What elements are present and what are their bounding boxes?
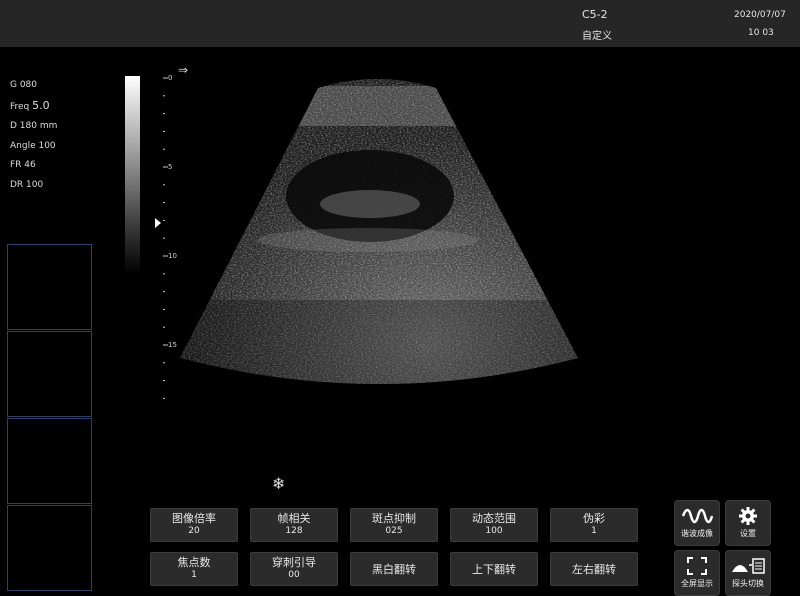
thumbnail-3[interactable] — [7, 418, 92, 504]
snowflake-icon: ❄ — [272, 474, 286, 493]
invert-grayscale-button[interactable]: 黑白翻转 — [350, 552, 438, 586]
flip-horizontal-button[interactable]: 左右翻转 — [550, 552, 638, 586]
flip-vertical-button[interactable]: 上下翻转 — [450, 552, 538, 586]
harmonic-imaging-button[interactable]: 谐波成像 — [674, 500, 720, 546]
pseudo-color-button[interactable]: 伪彩 1 — [550, 508, 638, 542]
dynamic-range-button[interactable]: 动态范围 100 — [450, 508, 538, 542]
probe-switch-icon — [732, 558, 765, 574]
frame-correlation-button[interactable]: 帧相关 128 — [250, 508, 338, 542]
wave-icon — [681, 508, 713, 524]
gear-icon — [739, 507, 757, 525]
thumbnail-4[interactable] — [7, 505, 92, 591]
thumbnail-1[interactable] — [7, 244, 92, 330]
fullscreen-button[interactable]: 全屏显示 — [674, 550, 720, 596]
probe-switch-button[interactable]: 探头切换 — [725, 550, 771, 596]
focus-number-button[interactable]: 焦点数 1 — [150, 552, 238, 586]
puncture-guide-button[interactable]: 穿刺引导 00 — [250, 552, 338, 586]
fullscreen-icon — [687, 557, 707, 575]
image-magnification-button[interactable]: 图像倍率 20 — [150, 508, 238, 542]
speckle-suppression-button[interactable]: 斑点抑制 025 — [350, 508, 438, 542]
settings-button[interactable]: 设置 — [725, 500, 771, 546]
thumbnail-2[interactable] — [7, 331, 92, 417]
